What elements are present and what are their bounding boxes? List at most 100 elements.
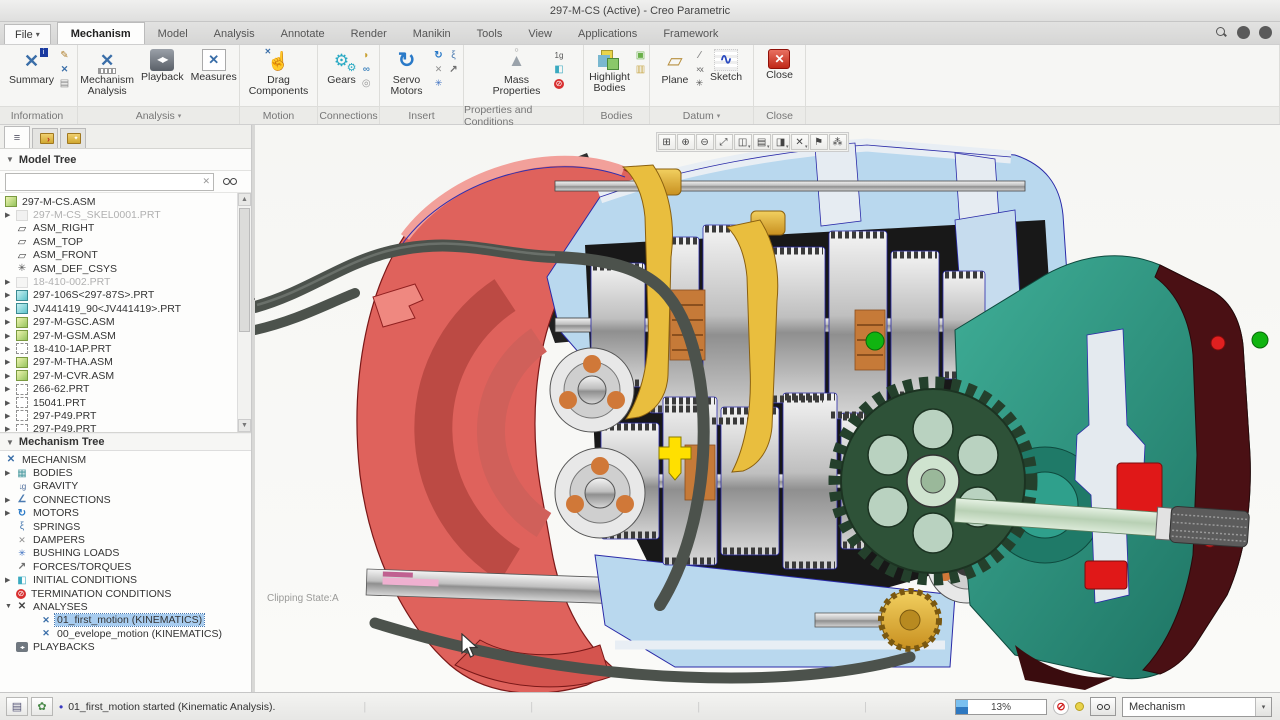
mechanism-tree-row[interactable]: 00_evelope_motion (KINEMATICS)	[2, 627, 249, 640]
mechanism-tree-row[interactable]: ▶ CONNECTIONS	[2, 493, 249, 506]
expander-icon[interactable]: ▶	[5, 496, 16, 504]
model-tree-row[interactable]: ▶ 297-M-GSC.ASM	[2, 316, 235, 329]
model-tree-row[interactable]: 297-M-CS.ASM	[2, 195, 235, 208]
axis-icon[interactable]	[693, 49, 706, 62]
find-icon[interactable]	[223, 176, 236, 187]
tab-file[interactable]: File ▾	[4, 24, 51, 44]
gravity-icon[interactable]	[553, 49, 566, 62]
zoom-region-button[interactable]: ⊞	[658, 134, 676, 150]
expander-icon[interactable]: ▶	[5, 509, 16, 517]
expander-icon[interactable]: ▶	[5, 385, 16, 393]
expander-icon[interactable]: ▶	[5, 278, 16, 286]
expander-icon[interactable]: ▶	[5, 372, 16, 380]
model-tree-row[interactable]: ▶ 297-M-CS_SKEL0001.PRT	[2, 208, 235, 221]
model-tree-row[interactable]: ASM_RIGHT	[2, 222, 235, 235]
favorites-tab[interactable]	[60, 128, 86, 148]
group-label-close[interactable]: Close	[754, 106, 805, 124]
display-style-button[interactable]: ◨ ▾	[772, 134, 790, 150]
message-log-icon[interactable]: ▤	[6, 697, 28, 716]
dampers-icon[interactable]	[432, 63, 445, 76]
plane-button[interactable]: Plane	[658, 47, 692, 88]
saved-orientations-button[interactable]: ◫ ▾	[734, 134, 752, 150]
expander-icon[interactable]: ▶	[5, 399, 16, 407]
annotations-button[interactable]: ⚑	[810, 134, 828, 150]
ribbon-tab[interactable]: View	[515, 24, 565, 44]
springs-icon[interactable]	[447, 49, 460, 62]
expander-icon[interactable]: ▶	[5, 358, 16, 366]
mechanism-tree-row[interactable]: ▶ INITIAL CONDITIONS	[2, 574, 249, 587]
ribbon-tab[interactable]: Framework	[650, 24, 731, 44]
termination-conditions-icon[interactable]	[553, 77, 566, 90]
mechanism-tree-row[interactable]: TERMINATION CONDITIONS	[2, 587, 249, 600]
sketch-button[interactable]: Sketch	[707, 47, 745, 85]
group-label-properties[interactable]: Properties and Conditions	[464, 106, 583, 124]
expander-icon[interactable]: ▶	[5, 469, 16, 477]
force-motor-icon[interactable]	[432, 49, 445, 62]
mechanism-entities-icon[interactable]	[58, 49, 71, 62]
expander-icon[interactable]: ▶	[5, 305, 16, 313]
zoom-out-button[interactable]: ⊖	[696, 134, 714, 150]
graphics-area[interactable]: ⊞ ⊕ ⊖ ⤢ ◫	[255, 125, 1280, 692]
close-button[interactable]: Close	[763, 47, 796, 83]
find-button[interactable]	[1090, 697, 1116, 716]
mechanism-tree-row[interactable]: GRAVITY	[2, 480, 249, 493]
model-tree-row[interactable]: ▶ 15041.PRT	[2, 396, 235, 409]
body-definition-icon[interactable]	[634, 49, 647, 62]
group-label-insert[interactable]: Insert	[380, 106, 463, 124]
cams-icon[interactable]	[360, 49, 373, 62]
collapse-model-tree-icon[interactable]: ▼	[6, 155, 14, 164]
ribbon-tab[interactable]: Analysis	[201, 24, 268, 44]
group-label-information[interactable]: Information	[0, 106, 77, 124]
servo-motors-button[interactable]: Servo Motors	[382, 47, 431, 100]
mechanism-analysis-button[interactable]: Mechanism Analysis	[77, 47, 137, 100]
mechanism-tree-row[interactable]: FORCES/TORQUES	[2, 560, 249, 573]
gears-button[interactable]: Gears	[324, 47, 359, 88]
expander-icon[interactable]: ▶	[5, 425, 16, 433]
mechanism-tree-row[interactable]: DAMPERS	[2, 533, 249, 546]
model-tree-row[interactable]: ▶ 297-106S<297-87S>.PRT	[2, 289, 235, 302]
ribbon-tab[interactable]: Annotate	[268, 24, 338, 44]
expander-icon[interactable]: ▶	[5, 211, 16, 219]
scroll-up-icon[interactable]: ▲	[238, 193, 251, 206]
belts-icon[interactable]	[360, 63, 373, 76]
ribbon-tab[interactable]: Applications	[565, 24, 650, 44]
expander-icon[interactable]: ▶	[5, 332, 16, 340]
expander-icon[interactable]: ▶	[5, 412, 16, 420]
scroll-down-icon[interactable]: ▼	[238, 419, 251, 432]
group-label-analysis[interactable]: Analysis▾	[78, 106, 239, 124]
mass-properties-button[interactable]: Mass Properties	[482, 47, 552, 100]
group-label-connections[interactable]: Connections	[318, 106, 379, 124]
playback-button[interactable]: Playback	[138, 47, 187, 85]
sync-button[interactable]	[1237, 26, 1250, 39]
mechanism-tree-row[interactable]: ▶ MOTORS	[2, 507, 249, 520]
mechanism-tree-row[interactable]: ▶ BODIES	[2, 466, 249, 479]
model-tree-row[interactable]: ▶ 18-410-002.PRT	[2, 275, 235, 288]
mechanism-tree-row[interactable]: BUSHING LOADS	[2, 547, 249, 560]
zoom-in-button[interactable]: ⊕	[677, 134, 695, 150]
refit-button[interactable]: ⤢	[715, 134, 733, 150]
datum-point-icon[interactable]	[693, 63, 706, 76]
spin-center-button[interactable]: ⁂	[829, 134, 847, 150]
expander-icon[interactable]: ▶	[5, 318, 16, 326]
expander-icon[interactable]: ▶	[5, 576, 16, 584]
mechanism-tree-row[interactable]: PLAYBACKS	[2, 640, 249, 653]
model-tree-row[interactable]: ASM_DEF_CSYS	[2, 262, 235, 275]
model-tree-row[interactable]: ▶ 297-P49.PRT	[2, 409, 235, 422]
drag-components-button[interactable]: Drag Components	[244, 47, 314, 100]
model-tree-row[interactable]: ASM_FRONT	[2, 249, 235, 262]
model-tree-row[interactable]: ▶ JV441419_90<JV441419>.PRT	[2, 302, 235, 315]
csys-icon[interactable]	[693, 77, 706, 90]
measures-button[interactable]: Measures	[188, 47, 240, 85]
datum-display-button[interactable]: ✕ ▾	[791, 134, 809, 150]
model-tree-row[interactable]: ▶ 18-410-1AP.PRT	[2, 342, 235, 355]
mechanism-tree-row[interactable]: SPRINGS	[2, 520, 249, 533]
tree-search-input[interactable]	[9, 176, 202, 188]
model-tree-tab[interactable]	[4, 126, 30, 148]
folder-browser-tab[interactable]	[32, 128, 58, 148]
group-label-bodies[interactable]: Bodies	[584, 106, 649, 124]
model-tree-row[interactable]: ▶ 297-M-THA.ASM	[2, 356, 235, 369]
ribbon-tab[interactable]: Tools	[464, 24, 516, 44]
web-browser-icon[interactable]: ✿	[31, 697, 53, 716]
mechanism-tree-row[interactable]: ▼ ANALYSES	[2, 600, 249, 613]
highlight-bodies-button[interactable]: Highlight Bodies	[586, 47, 633, 97]
